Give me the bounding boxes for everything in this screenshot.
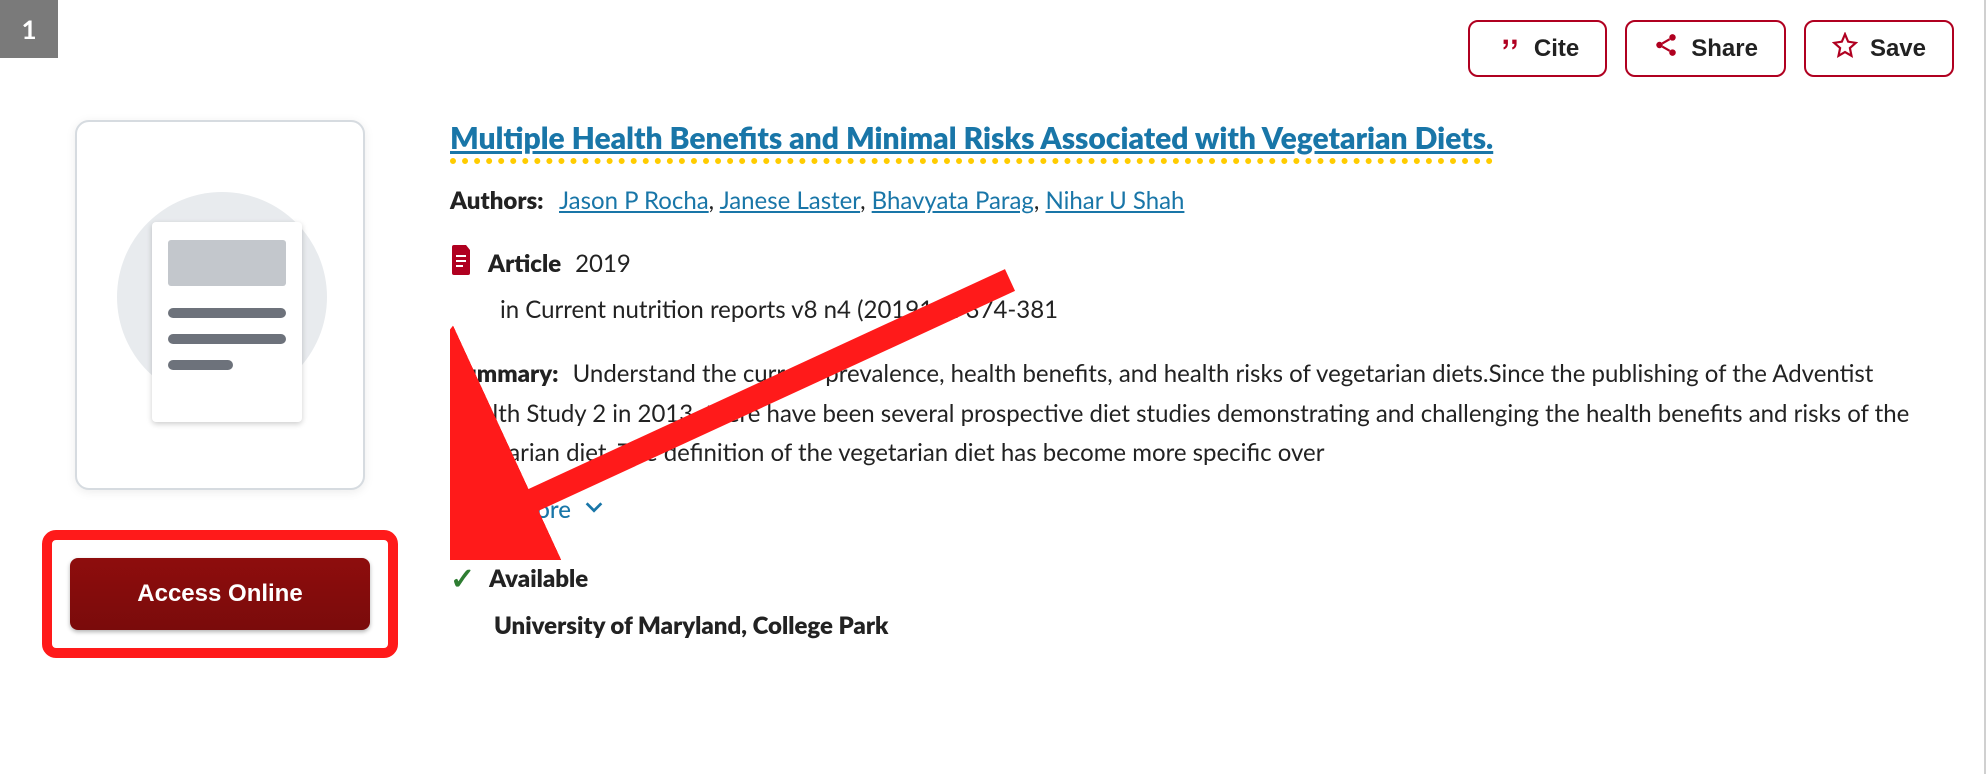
type-row: Article 2019 xyxy=(450,245,1934,281)
cite-label: Cite xyxy=(1534,35,1579,63)
result-number-badge: 1 xyxy=(0,0,58,58)
share-icon xyxy=(1653,32,1679,65)
check-icon: ✓ xyxy=(450,560,475,597)
summary-block: Summary: Understand the current prevalen… xyxy=(450,354,1934,473)
result-thumbnail xyxy=(75,120,365,490)
document-icon xyxy=(450,245,474,281)
show-more-label: Show More xyxy=(450,495,571,524)
author-link[interactable]: Bhavyata Parag xyxy=(872,186,1034,215)
author-link[interactable]: Jason P Rocha xyxy=(559,186,709,215)
authors-label: Authors: xyxy=(450,186,544,215)
action-bar: Cite Share Save xyxy=(1468,20,1954,77)
summary-label: Summary: xyxy=(450,359,558,388)
type-label: Article xyxy=(488,249,561,278)
institution: University of Maryland, College Park xyxy=(494,611,1934,640)
author-link[interactable]: Janese Laster xyxy=(720,186,861,215)
availability-row: ✓ Available xyxy=(450,560,1934,597)
summary-text: Understand the current prevalence, healt… xyxy=(450,359,1909,467)
result-number: 1 xyxy=(21,13,36,45)
share-button[interactable]: Share xyxy=(1625,20,1786,77)
cite-button[interactable]: Cite xyxy=(1468,20,1607,77)
share-label: Share xyxy=(1691,35,1758,63)
publication-line: in Current nutrition reports v8 n4 (2019… xyxy=(500,295,1934,324)
access-online-button[interactable]: Access Online xyxy=(70,558,370,630)
star-icon xyxy=(1832,32,1858,65)
left-column: Access Online xyxy=(70,120,370,658)
access-online-highlight: Access Online xyxy=(42,530,398,658)
main-column: Multiple Health Benefits and Minimal Ris… xyxy=(450,120,1934,640)
show-more-toggle[interactable]: Show More xyxy=(450,495,1934,524)
author-link[interactable]: Nihar U Shah xyxy=(1045,186,1184,215)
authors-row: Authors: Jason P Rocha, Janese Laster, B… xyxy=(450,186,1934,215)
save-button[interactable]: Save xyxy=(1804,20,1954,77)
year: 2019 xyxy=(575,249,631,278)
access-online-label: Access Online xyxy=(137,580,302,607)
save-label: Save xyxy=(1870,35,1926,63)
quote-icon xyxy=(1496,32,1522,65)
result-title-link[interactable]: Multiple Health Benefits and Minimal Ris… xyxy=(450,120,1493,164)
result-title: Multiple Health Benefits and Minimal Ris… xyxy=(450,120,1493,156)
chevron-down-icon xyxy=(583,495,605,524)
availability-label: Available xyxy=(489,564,588,593)
